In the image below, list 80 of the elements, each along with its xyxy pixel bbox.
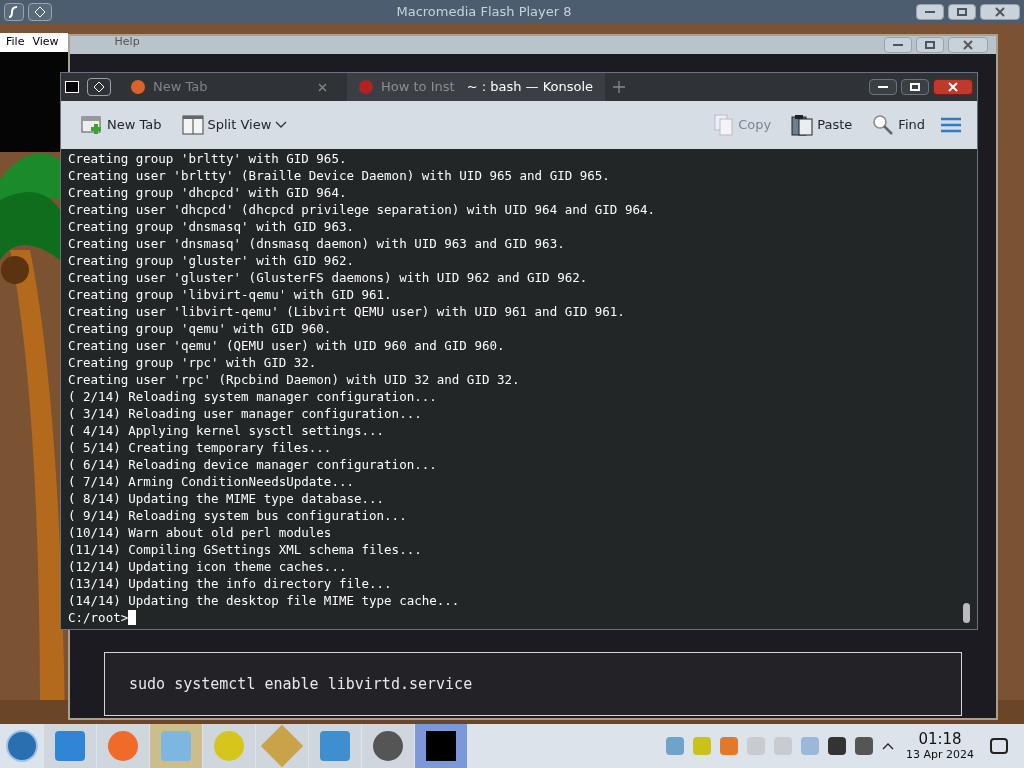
scrollbar-thumb[interactable] [963,603,970,623]
taskbar-button[interactable] [415,724,467,768]
minimize-button[interactable] [916,4,944,20]
minimize-icon [893,44,903,46]
chevron-up-icon[interactable] [882,742,894,750]
menu-item[interactable]: File [6,34,25,51]
show-desktop-button[interactable] [990,738,1008,754]
terminal-line: (14/14) Updating the desktop file MIME type cache... [68,592,461,609]
menu-item[interactable]: View [32,34,59,51]
terminal-line: Creating group 'libvirt-qemu' with GID 961. [68,286,393,303]
minimize-icon [925,11,935,13]
browser-icon [131,80,145,94]
browser-tab[interactable]: How to Inst ~ : bash — Konsole [347,73,606,101]
browser-icon [359,80,373,94]
terminal-line: ( 3/14) Reloading user manager configuration... [68,405,423,422]
terminal-line: ( 6/14) Reloading device manager configuration... [68,456,438,473]
terminal-line: (11/14) Compiling GSettings XML schema files... [68,541,423,558]
toolbar-button[interactable]: Find [868,114,929,136]
terminal-line: Creating group 'dhcpcd' with GID 964. [68,184,348,201]
terminal-line: Creating user 'gluster' (GlusterFS daemons) with UID 962 and GID 962. [68,269,589,286]
terminal-icon [65,81,79,93]
konsole-title: ~ : bash — Konsole [466,78,594,97]
close-icon [963,40,973,50]
terminal-icon [426,731,456,761]
maximize-icon [957,8,967,16]
terminal-line: ( 5/14) Creating temporary files... [68,439,333,456]
terminal-line: Creating group 'dnsmasq' with GID 963. [68,218,355,235]
terminal-line: Creating group 'qemu' with GID 960. [68,320,333,337]
toolbar-button[interactable]: Split View [177,115,292,135]
terminal-line: ( 7/14) Arming ConditionNeedsUpdate... [68,473,355,490]
search-icon [872,114,895,136]
maximize-button[interactable] [916,37,944,53]
terminal-line: (10/14) Warn about old perl modules [68,524,333,541]
maximize-button[interactable] [948,4,976,20]
terminal-line: Creating user 'dnsmasq' (dnsmasq daemon) with UID 963 and GID 963. [68,235,566,252]
window-title: Macromedia Flash Player 8 [395,3,573,22]
paste-icon [791,114,814,136]
minimize-icon [878,86,888,88]
terminal-line: Creating group 'rpc' with GID 32. [68,354,318,371]
toolbar-button[interactable]: Paste [787,114,857,136]
terminal-line: (13/14) Updating the info directory file... [68,575,393,592]
terminal-line: Creating group 'gluster' with GID 962. [68,252,355,269]
clock-date: 13 Apr 2024 [906,749,974,760]
chevron-icon [275,121,288,129]
code-text: sudo systemctl enable libvirtd.service [129,673,473,695]
terminal-line: Creating user 'brltty' (Braille Device Daemon) with UID 965 and GID 965. [68,167,611,184]
close-icon [995,7,1005,17]
split-view-icon [181,115,204,135]
tab-label: New Tab [153,78,208,97]
clock-time: 01:18 [918,732,962,747]
close-button[interactable] [948,37,988,53]
menu-icon[interactable] [941,117,961,133]
terminal-line: ( 2/14) Reloading system manager configuration... [68,388,438,405]
menu-item[interactable]: Help [114,34,140,51]
minimize-button[interactable] [869,79,897,95]
taskbar-button[interactable] [362,724,414,768]
copy-icon [714,114,735,136]
text-cursor [128,610,137,625]
terminal-line: ( 9/14) Reloading system bus configuration... [68,507,408,524]
terminal-line: Creating user 'libvirt-qemu' (Libvirt QEMU user) with UID 961 and GID 961. [68,303,626,320]
terminal-prompt: C:/root> [68,609,129,626]
close-icon [948,82,958,92]
close-button[interactable] [980,4,1020,20]
menu-bar [0,33,68,52]
minimize-button[interactable] [884,37,912,53]
terminal-line: ( 8/14) Updating the MIME type database... [68,490,386,507]
terminal-line: Creating user 'qemu' (QEMU user) with UID 960 and GID 960. [68,337,506,354]
terminal-line: Creating user 'dhcpcd' (dhcpcd privilege separation) with UID 964 and GID 964. [68,201,656,218]
terminal-line: Creating group 'brltty' with GID 965. [68,150,348,167]
close-button[interactable] [933,79,973,95]
close-icon [318,82,327,92]
terminal-line: Creating user 'rpc' (Rpcbind Daemon) with UID 32 and GID 32. [68,371,521,388]
toolbar-button[interactable]: New Tab [77,115,166,135]
maximize-icon [925,41,935,49]
tab-label: How to Inst [381,78,455,97]
new-tab-icon [81,115,103,135]
maximize-button[interactable] [901,79,929,95]
terminal-line: ( 4/14) Applying kernel sysctl settings... [68,422,386,439]
terminal-line: (12/14) Updating icon theme caches... [68,558,348,575]
maximize-icon [910,83,920,91]
